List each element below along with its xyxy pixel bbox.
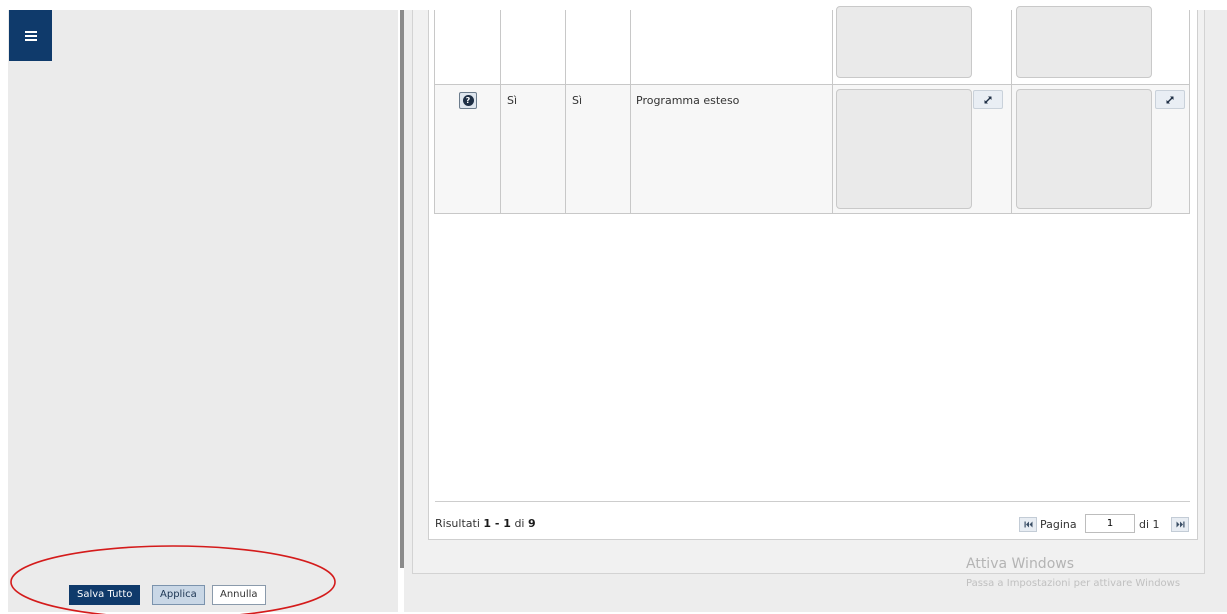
column-divider <box>630 85 631 213</box>
column-divider <box>500 10 501 84</box>
column-divider <box>1011 85 1012 213</box>
first-page-icon <box>1024 521 1032 528</box>
cell-col-b: Sì <box>507 94 518 107</box>
apply-button[interactable]: Applica <box>152 585 205 605</box>
text-area[interactable] <box>1016 89 1152 209</box>
column-divider <box>832 10 833 84</box>
results-of: di <box>514 517 525 530</box>
left-panel <box>8 10 398 612</box>
page-number-input[interactable] <box>1085 514 1135 533</box>
help-button[interactable]: ? <box>459 92 477 109</box>
expand-icon <box>1166 96 1174 103</box>
text-area[interactable] <box>1016 6 1152 78</box>
data-grid: ? Sì Sì Programma esteso <box>434 6 1190 214</box>
menu-toggle-button[interactable] <box>9 10 52 61</box>
results-range: 1 - 1 <box>483 517 511 530</box>
cell-col-d: Programma esteso <box>636 94 740 107</box>
results-summary: Risultati 1 - 1 di 9 <box>435 517 536 530</box>
page-count: di 1 <box>1139 518 1160 531</box>
page-label: Pagina <box>1040 518 1077 531</box>
expand-button[interactable] <box>1155 90 1185 109</box>
question-icon: ? <box>462 95 474 106</box>
table-row: ? Sì Sì Programma esteso <box>435 85 1189 213</box>
text-area[interactable] <box>836 6 972 78</box>
column-divider <box>500 85 501 213</box>
text-area[interactable] <box>836 89 972 209</box>
column-divider <box>630 10 631 84</box>
windows-activation-title: Attiva Windows <box>966 556 1075 572</box>
pager-divider <box>435 501 1190 502</box>
results-total: 9 <box>527 517 536 530</box>
windows-activation-subtitle: Passa a Impostazioni per attivare Window… <box>966 578 1181 589</box>
first-page-button[interactable] <box>1019 517 1037 532</box>
expand-icon <box>984 96 992 103</box>
column-divider <box>565 10 566 84</box>
column-divider <box>832 85 833 213</box>
expand-button[interactable] <box>973 90 1003 109</box>
hamburger-icon <box>24 30 37 41</box>
save-all-button[interactable]: Salva Tutto <box>69 585 141 605</box>
table-row <box>435 6 1189 85</box>
cell-col-c: Sì <box>572 94 583 107</box>
cancel-button[interactable]: Annulla <box>212 585 266 605</box>
column-divider <box>1011 10 1012 84</box>
last-page-icon <box>1176 521 1184 528</box>
column-divider <box>565 85 566 213</box>
last-page-button[interactable] <box>1171 517 1189 532</box>
results-label: Risultati <box>435 517 480 530</box>
